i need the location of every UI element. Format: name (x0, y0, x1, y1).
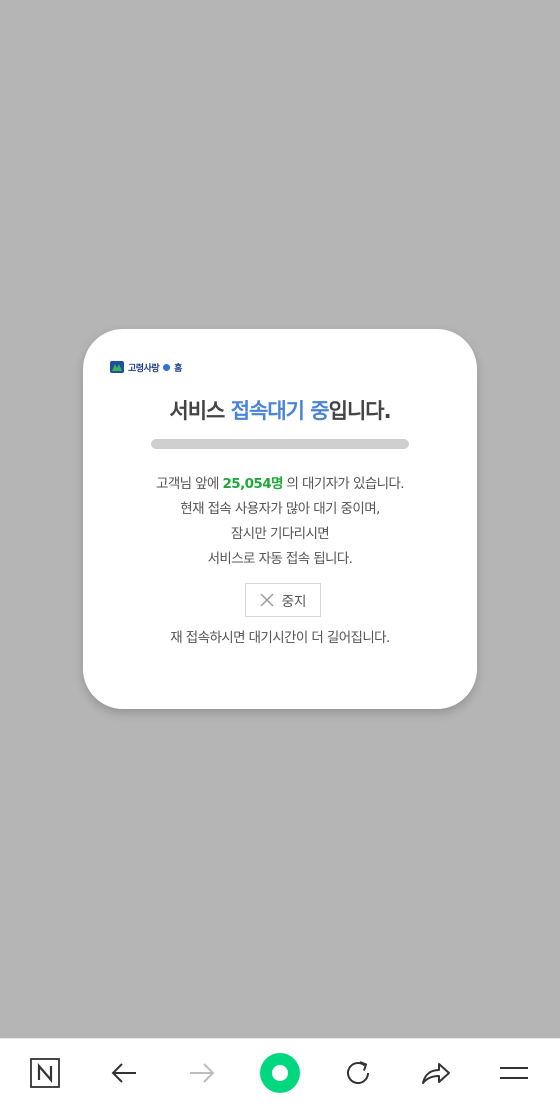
logo-text: 고령사랑 (128, 363, 160, 374)
title-suffix: 입니다. (328, 399, 392, 423)
close-icon (260, 593, 274, 607)
message-line-4: 서비스로 자동 접속 됩니다. (207, 551, 353, 567)
title-highlight: 접속대기 중 (230, 399, 330, 423)
title-prefix: 서비스 (169, 399, 231, 423)
message-line-3: 잠시만 기다리시면 (230, 526, 330, 542)
back-button[interactable] (104, 1053, 144, 1093)
wait-progress-bar (151, 439, 409, 449)
logo: 고령사랑 홈 (110, 360, 182, 374)
menu-icon (500, 1067, 528, 1079)
logo-dot-icon (163, 363, 171, 371)
stop-button[interactable]: 중지 (245, 583, 321, 617)
naver-n-icon (30, 1058, 60, 1088)
wait-message: 고객님 앞에 25,054명 의 대기자가 있습니다. 현재 접속 사용자가 많… (83, 472, 477, 572)
line1-prefix: 고객님 앞에 (156, 476, 223, 492)
share-icon (422, 1063, 450, 1084)
waiting-dialog: 고령사랑 홈 서비스 접속대기 중입니다. 고객님 앞에 25,054명 의 대… (83, 329, 477, 709)
logo-suffix: 홈 (174, 363, 182, 374)
back-arrow-icon (111, 1063, 136, 1083)
wait-count: 25,054명 (222, 476, 284, 492)
refresh-button[interactable] (338, 1053, 378, 1093)
logo-mark-icon (110, 361, 124, 373)
message-line-1: 고객님 앞에 25,054명 의 대기자가 있습니다. (83, 472, 477, 497)
menu-button[interactable] (494, 1053, 534, 1093)
share-button[interactable] (416, 1053, 456, 1093)
refresh-icon (347, 1061, 369, 1084)
naver-home-button[interactable] (25, 1053, 65, 1093)
home-circle-icon (260, 1053, 300, 1093)
browser-toolbar (0, 1038, 560, 1106)
forward-button[interactable] (182, 1053, 222, 1093)
green-dot-button[interactable] (260, 1053, 300, 1093)
forward-arrow-icon (190, 1063, 215, 1083)
dialog-title: 서비스 접속대기 중입니다. (83, 395, 477, 425)
line1-suffix: 의 대기자가 있습니다. (282, 476, 405, 492)
reconnect-note: 재 접속하시면 대기시간이 더 길어집니다. (170, 630, 390, 646)
stop-label: 중지 (281, 594, 307, 610)
message-line-2: 현재 접속 사용자가 많아 대기 중이며, (180, 501, 380, 517)
